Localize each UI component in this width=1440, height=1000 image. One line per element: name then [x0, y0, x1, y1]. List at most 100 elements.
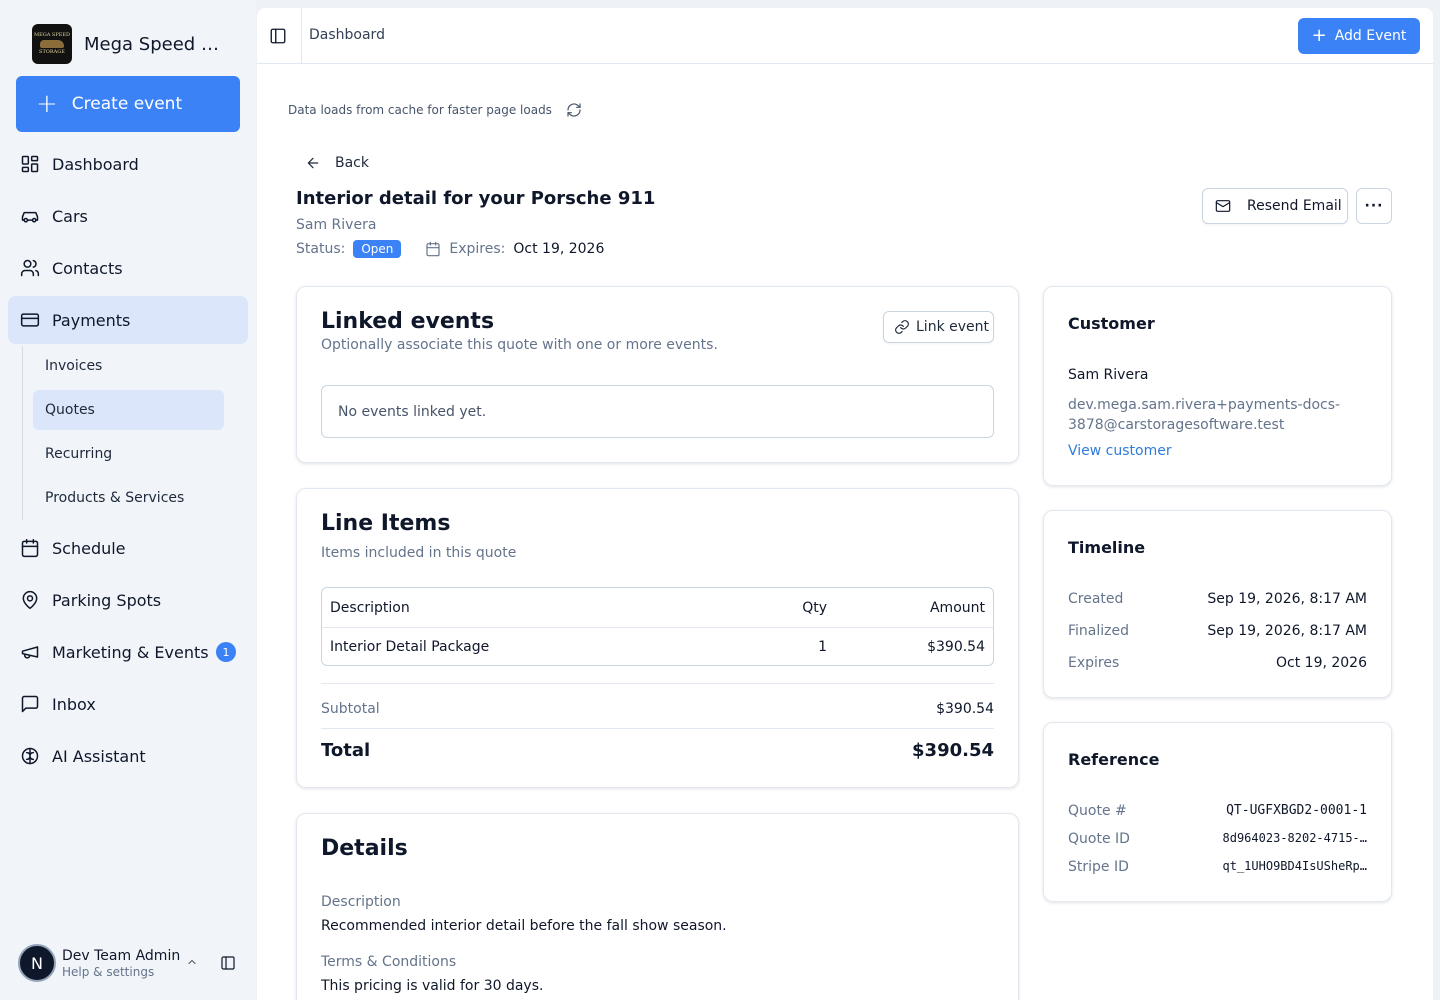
column-header: Amount — [929, 599, 985, 616]
sidebar-subitem-quotes[interactable]: Quotes — [33, 390, 224, 430]
sidebar-subitem-products-services[interactable]: Products & Services — [33, 478, 224, 518]
status-badge: Open — [353, 240, 402, 258]
table-cell: $390.54 — [927, 638, 985, 655]
expires-value: Oct 19, 2026 — [513, 241, 605, 257]
sidebar-item-cars[interactable]: Cars — [8, 192, 248, 240]
resend-email-button[interactable]: Resend Email — [1202, 188, 1348, 224]
linked-events-subtitle: Optionally associate this quote with one… — [321, 337, 718, 353]
link-event-label: Link event — [916, 319, 989, 335]
user-name: Dev Team Admin — [62, 947, 181, 964]
sidebar-item-label: Parking Spots — [52, 590, 162, 610]
sidebar-toggle-icon[interactable] — [269, 27, 287, 45]
timeline-row: Finalized Sep 19, 2026, 8:17 AM — [1068, 623, 1367, 639]
timeline-row: Created Sep 19, 2026, 8:17 AM — [1068, 591, 1367, 607]
reference-row: Stripe ID qt_1UHO9BD4IsUSheRp… — [1068, 859, 1367, 875]
brand-name: Mega Speed Storage — [84, 33, 230, 55]
customer-email: dev.mega.sam.rivera+payments-docs- 3878@… — [1068, 397, 1341, 433]
add-event-button[interactable]: + Add Event — [1298, 18, 1420, 54]
brain-icon — [20, 746, 40, 766]
sidebar-item-label: Inbox — [52, 694, 96, 714]
panel-left-icon[interactable] — [220, 955, 236, 971]
divider — [321, 728, 994, 729]
customer-card: Customer Sam Rivera dev.mega.sam.rivera+… — [1043, 286, 1392, 486]
sidebar: MEGA SPEED STORAGE Mega Speed Storage + … — [0, 0, 256, 1000]
terms-label: Terms & Conditions — [321, 954, 457, 970]
terms-value: This pricing is valid for 30 days. — [321, 978, 544, 994]
sidebar-item-label: Contacts — [52, 258, 123, 278]
topbar: Dashboard + Add Event — [257, 8, 1433, 64]
sidebar-item-parking-spots[interactable]: Parking Spots — [8, 576, 248, 624]
plus-icon: + — [36, 89, 58, 119]
megaphone-icon — [20, 642, 40, 662]
breadcrumb[interactable]: Dashboard — [309, 27, 385, 43]
reference-row: Quote ID 8d964023-8202-4715-… — [1068, 831, 1367, 847]
status-row: Status: Open Expires: Oct 19, 2026 — [296, 240, 604, 258]
calendar-icon — [426, 241, 440, 257]
subtotal-row: Subtotal $390.54 — [321, 701, 994, 717]
dashboard-icon — [20, 154, 40, 174]
mail-icon — [1215, 200, 1231, 212]
description-value: Recommended interior detail before the f… — [321, 918, 727, 934]
sidebar-item-dashboard[interactable]: Dashboard — [8, 140, 248, 188]
page-title: Interior detail for your Porsche 911 — [296, 188, 656, 209]
sidebar-item-inbox[interactable]: Inbox — [8, 680, 248, 728]
sidebar-subitem-invoices[interactable]: Invoices — [33, 346, 224, 386]
chevron-up-icon[interactable] — [186, 956, 198, 968]
add-event-label: Add Event — [1334, 28, 1407, 44]
refresh-icon[interactable] — [566, 102, 582, 118]
brand[interactable]: MEGA SPEED STORAGE Mega Speed Storage — [32, 24, 230, 64]
column-header: Qty — [802, 599, 827, 616]
back-label: Back — [335, 155, 369, 171]
timeline-card: Timeline Created Sep 19, 2026, 8:17 AM Fi… — [1043, 510, 1392, 698]
sidebar-item-label: Dashboard — [52, 154, 139, 174]
description-label: Description — [321, 894, 401, 910]
customer-title: Customer — [1068, 314, 1155, 333]
table-row: Interior Detail Package 1 $390.54 — [322, 628, 993, 665]
link-event-button[interactable]: Link event — [883, 311, 994, 343]
sidebar-item-label: Cars — [52, 206, 88, 226]
create-event-button[interactable]: + Create event — [16, 76, 240, 132]
sidebar-item-ai-assistant[interactable]: AI Assistant — [8, 732, 248, 780]
table-cell: 1 — [818, 638, 827, 655]
brand-logo: MEGA SPEED STORAGE — [32, 24, 72, 64]
credit-card-icon — [20, 310, 40, 330]
plus-icon: + — [1311, 25, 1327, 46]
sidebar-item-marketing-events[interactable]: Marketing & Events 1 — [8, 628, 248, 676]
line-items-title: Line Items — [321, 511, 451, 536]
divider — [301, 8, 302, 64]
subtotal-label: Subtotal — [321, 701, 380, 717]
reference-card: Reference Quote # QT-UGFXBGD2-0001-1 Quot… — [1043, 722, 1392, 902]
expires-label: Expires: — [449, 241, 506, 257]
view-customer-link[interactable]: View customer — [1068, 443, 1172, 459]
details-card: Details Description Recommended interior… — [296, 813, 1019, 1000]
cache-note: Data loads from cache for faster page lo… — [288, 102, 582, 118]
message-square-icon — [20, 694, 40, 714]
sidebar-item-schedule[interactable]: Schedule — [8, 524, 248, 572]
arrow-left-icon — [307, 157, 319, 169]
linked-events-card: Linked events Optionally associate this … — [296, 286, 1019, 463]
more-actions-button[interactable]: ··· — [1356, 188, 1392, 224]
sidebar-item-contacts[interactable]: Contacts — [8, 244, 248, 292]
sidebar-item-label: Marketing & Events — [52, 642, 209, 662]
table-cell: Interior Detail Package — [330, 638, 490, 655]
quote-customer-name: Sam Rivera — [296, 217, 377, 233]
total-row: Total $390.54 — [321, 740, 994, 761]
total-label: Total — [321, 740, 371, 761]
linked-events-empty: No events linked yet. — [321, 385, 994, 438]
linked-events-title: Linked events — [321, 309, 495, 334]
user-menu[interactable]: N Dev Team Admin Help & settings — [18, 944, 248, 982]
line-items-subtitle: Items included in this quote — [321, 545, 517, 561]
total-value: $390.54 — [912, 740, 994, 761]
sidebar-subitem-recurring[interactable]: Recurring — [33, 434, 224, 474]
line-items-table: Description Qty Amount Interior Detail P… — [321, 587, 994, 666]
avatar: N — [18, 944, 56, 982]
cache-note-text: Data loads from cache for faster page lo… — [288, 103, 552, 117]
details-title: Details — [321, 836, 408, 861]
sidebar-item-payments[interactable]: Payments — [8, 296, 248, 344]
map-pin-icon — [20, 590, 40, 610]
sidebar-item-label: AI Assistant — [52, 746, 146, 766]
back-button[interactable]: Back — [305, 155, 369, 171]
sidebar-item-label: Schedule — [52, 538, 126, 558]
subtotal-value: $390.54 — [936, 701, 994, 717]
status-label: Status: — [296, 241, 346, 257]
